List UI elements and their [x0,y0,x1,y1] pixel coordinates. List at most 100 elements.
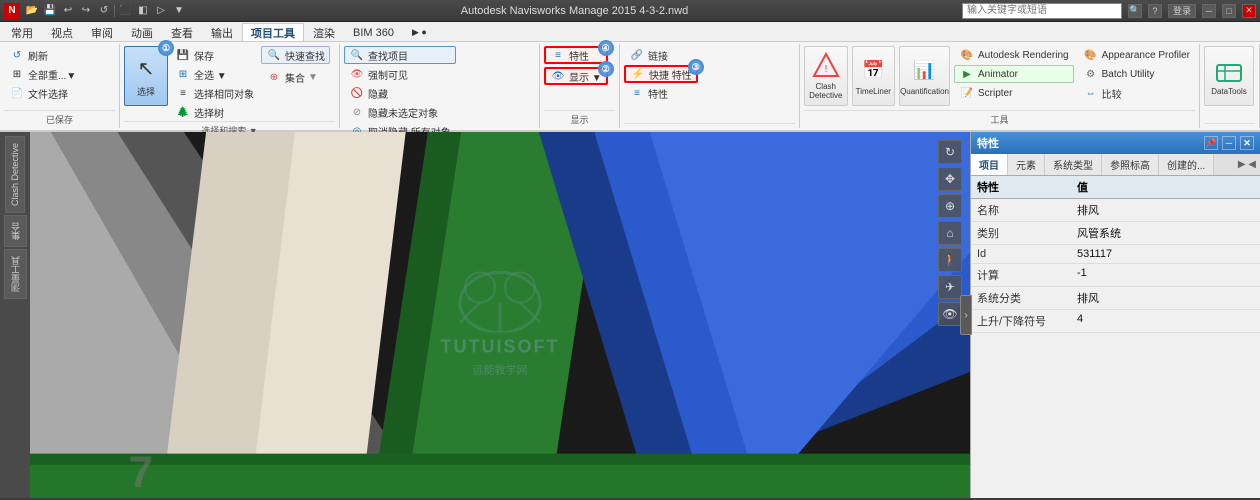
vt-home[interactable]: ⌂ [938,221,962,245]
table-row: 计算 -1 [971,264,1260,287]
vt-zoom[interactable]: ⊕ [938,194,962,218]
prop-name-4: 计算 [971,264,1071,287]
btn-datatools[interactable]: DataTools [1204,46,1254,106]
qat-redo[interactable]: ↪ [78,4,94,18]
panel-close-btn[interactable]: ✕ [1240,136,1254,150]
panel-tab-created[interactable]: 创建的... [1159,154,1214,175]
btn-timeliner[interactable]: 📅 TimeLiner [852,46,896,106]
btn-compare[interactable]: ⇔ 比较 [1078,84,1195,102]
tab-bim360[interactable]: BIM 360 [344,23,403,41]
qat-save[interactable]: 💾 [42,4,58,18]
btn-collection[interactable]: ⊕ 集合 ▼ [261,68,330,86]
btn-file-select[interactable]: 📄 文件选择 [4,84,73,102]
compare-icon: ⇔ [1083,85,1099,101]
tab-output[interactable]: 输出 [202,23,242,41]
btn-scripter[interactable]: 📝 Scripter [954,84,1074,102]
prop-value-6: 4 [1071,310,1260,333]
btn-quick-props[interactable]: ⚡ 快捷 特性 [624,65,698,83]
qat-open[interactable]: 📂 [24,4,40,18]
btn-hide-unselected[interactable]: ⊘ 隐藏未选定对象 [344,103,456,121]
vt-pan[interactable]: ✥ [938,167,962,191]
prop-value-3: 531117 [1071,245,1260,264]
panel-pin-btn[interactable]: 📌 [1204,136,1218,150]
btn-batch-utility[interactable]: ⚙ Batch Utility [1078,65,1195,83]
annotation-3: ③ [688,59,704,75]
btn-quick-find[interactable]: 🔍 快速查找 [261,46,330,64]
refresh-icon: ↺ [9,47,25,63]
login-btn[interactable]: 登录 [1168,4,1196,18]
panel-tab-system-type[interactable]: 系统类型 [1045,154,1102,175]
table-row: 名称 排风 [971,199,1260,222]
prop-value-1: 排风 [1071,199,1260,222]
quick-access-toolbar: 📂 💾 ↩ ↪ ↺ ⬛ ◧ ▷ ▼ [24,4,187,18]
tab-render[interactable]: 渲染 [304,23,344,41]
sidebar-item-clash-detective[interactable]: Clash Detective [5,136,25,213]
vt-fly[interactable]: ✈ [938,275,962,299]
btn-props2[interactable]: ≡ 特性 [624,84,698,102]
vt-walk[interactable]: 🚶 [938,248,962,272]
qat-separator [114,5,115,17]
vt-orbit[interactable]: ↻ [938,140,962,164]
panel-tab-ref-level[interactable]: 参照标高 [1102,154,1159,175]
search-btn[interactable]: 🔍 [1128,4,1142,18]
btn-find-items[interactable]: 🔍 查找项目 [344,46,456,64]
tab-viewpoint[interactable]: 视点 [42,23,82,41]
force-visible-icon: 👁 [349,66,365,82]
btn-animator[interactable]: ▶ Animator [954,65,1074,83]
btn-refresh[interactable]: ↺ 刷新 [4,46,53,64]
tools-group-title: 工具 [804,110,1195,126]
vt-look[interactable]: 👁 [938,302,962,326]
panel-tab-more[interactable]: ▶ ◀ [1234,154,1260,175]
qat-nav3[interactable]: ▷ [153,4,169,18]
panel-minimize-btn[interactable]: ─ [1222,136,1236,150]
panel-tab-item[interactable]: 项目 [971,154,1008,175]
btn-select-tree[interactable]: 🌲 选择树 [170,103,259,121]
btn-select-same[interactable]: ≡ 选择相同对象 [170,84,259,102]
btn-hide[interactable]: 🚫 隐藏 [344,84,456,102]
qat-nav1[interactable]: ⬛ [117,4,133,18]
qat-refresh[interactable]: ↺ [96,4,112,18]
ribbon-group-link: 🔗 链接 ⚡ 快捷 特性 ③ ≡ 特性 [620,44,800,128]
btn-quantification[interactable]: 📊 Quantification [899,46,950,106]
tab-animation[interactable]: 动画 [122,23,162,41]
left-sidebar: Clash Detective 集合 测量工具 [0,132,30,498]
table-row: 系统分类 排风 [971,287,1260,310]
search-input[interactable] [962,3,1122,19]
sidebar-item-collection[interactable]: 集合 [4,215,27,247]
tab-more[interactable]: ▶ ● [403,23,436,41]
appearance-profiler-icon: 🎨 [1083,47,1099,63]
btn-appearance-profiler[interactable]: 🎨 Appearance Profiler [1078,46,1195,64]
maximize-btn[interactable]: □ [1222,4,1236,18]
panel-tab-element[interactable]: 元素 [1008,154,1045,175]
sidebar-item-measure[interactable]: 测量工具 [4,249,27,299]
btn-link[interactable]: 🔗 链接 [624,46,698,64]
main-area: Clash Detective 集合 测量工具 [0,132,1260,498]
btn-all-reload[interactable]: ⊞ 全部重...▼ [4,65,81,83]
btn-autodesk-rendering[interactable]: 🎨 Autodesk Rendering [954,46,1074,64]
qat-more[interactable]: ▼ [171,4,187,18]
table-row: 上升/下降符号 4 [971,310,1260,333]
display-col: ≡ 特性 ④ 👁 显示 ▼ ② [544,46,608,85]
qat-nav2[interactable]: ◧ [135,4,151,18]
help-btn[interactable]: ? [1148,4,1162,18]
minimize-btn[interactable]: ─ [1202,4,1216,18]
close-btn[interactable]: ✕ [1242,4,1256,18]
reload-icon: ⊞ [9,66,25,82]
qat-undo[interactable]: ↩ [60,4,76,18]
btn-clash-detective[interactable]: ! ClashDetective [804,46,848,106]
find-items-icon: 🔍 [349,47,365,63]
btn-save[interactable]: 💾 保存 [170,46,259,64]
tab-view[interactable]: 查看 [162,23,202,41]
link-icon: 🔗 [629,47,645,63]
file-icon: 📄 [9,85,25,101]
properties-table: 特性 值 名称 排风 类别 风管系统 Id 531117 计算 [971,176,1260,333]
right-panel-collapse[interactable]: › [960,295,972,335]
hide-unselected-icon: ⊘ [349,104,365,120]
btn-select-all[interactable]: ⊞ 全选 ▼ [170,65,259,83]
btn-force-visible[interactable]: 👁 强制可见 [344,65,456,83]
panel-title: 特性 [977,135,999,151]
tab-project-tools[interactable]: 项目工具 [242,23,304,41]
tab-review[interactable]: 审阅 [82,23,122,41]
ribbon: ↺ 刷新 ⊞ 全部重...▼ 📄 文件选择 已保存 ↖ 选择 [0,42,1260,132]
tab-common[interactable]: 常用 [2,23,42,41]
